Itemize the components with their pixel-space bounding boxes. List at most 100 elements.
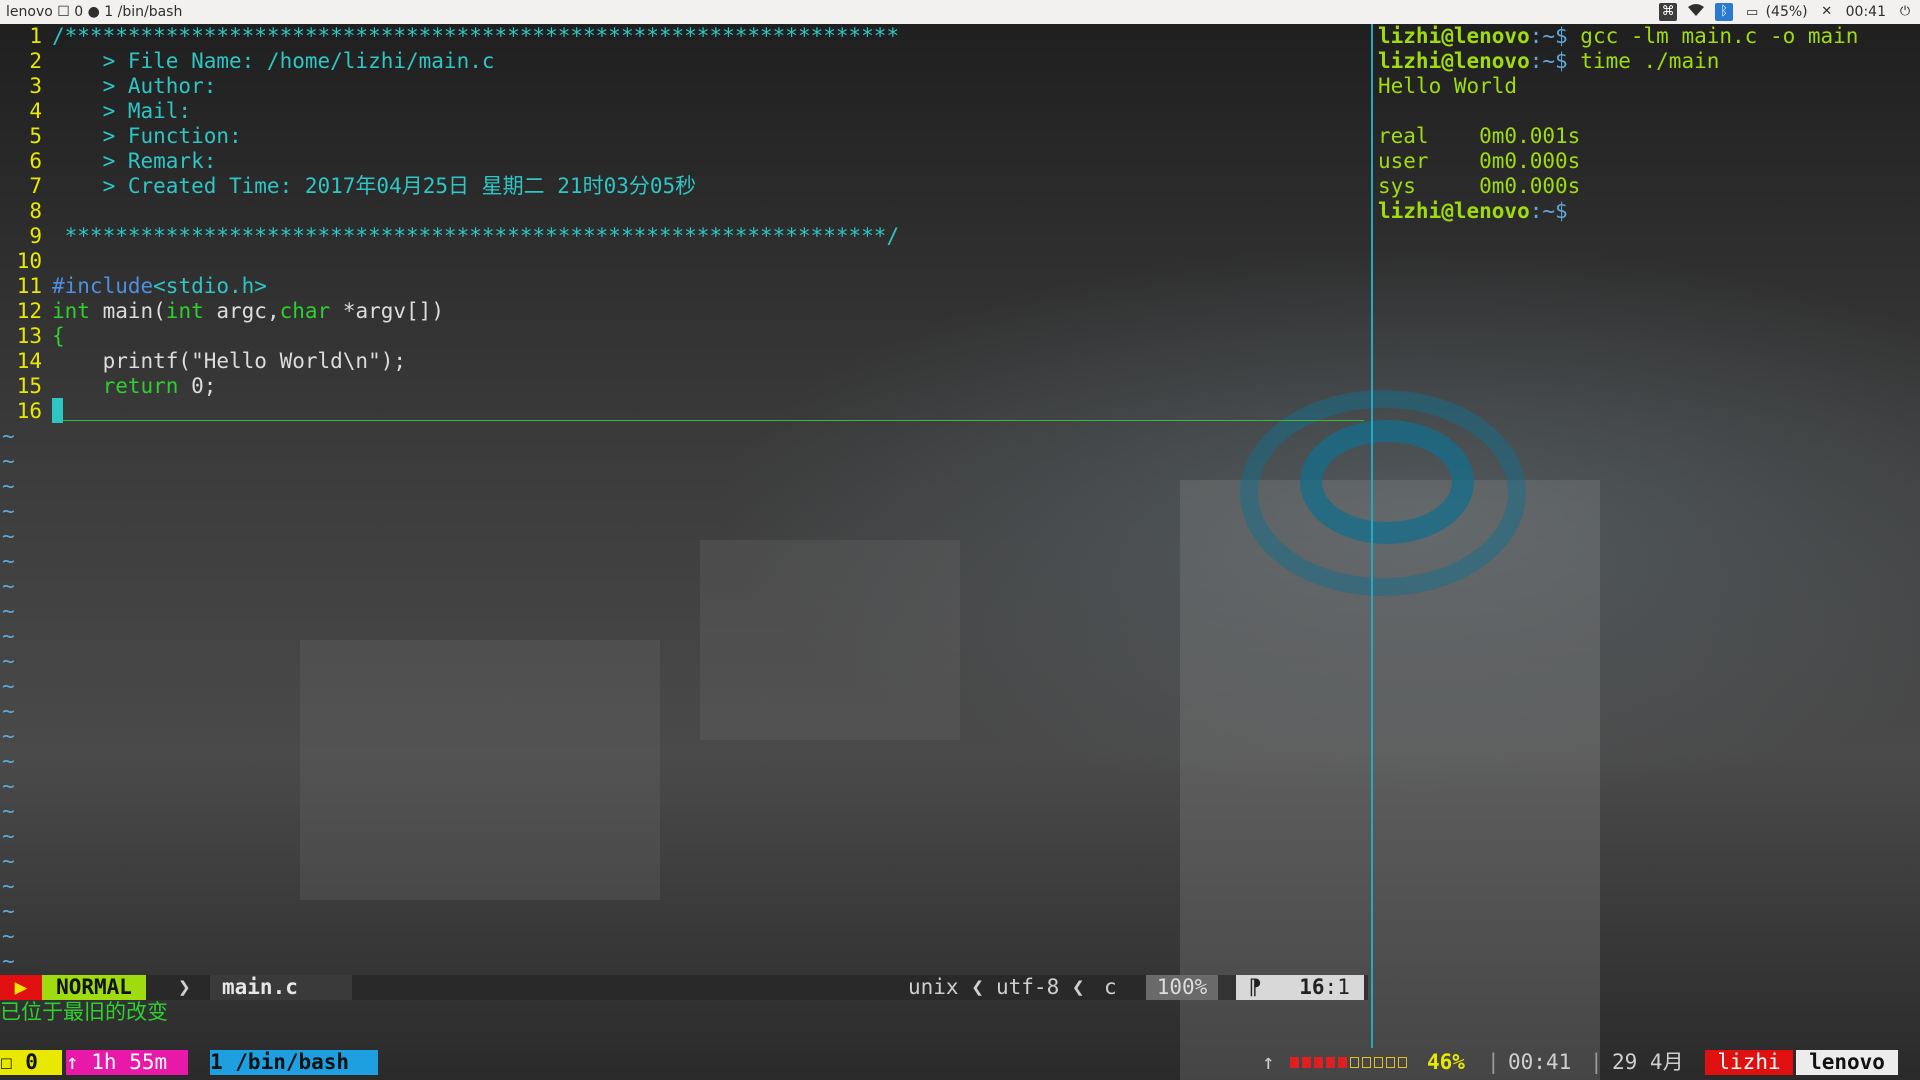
mode-prefix-arrow: ▶ (0, 975, 42, 1000)
battery-cell (1314, 1057, 1323, 1068)
code-line: 2 > File Name: /home/lizhi/main.c (29, 49, 495, 73)
code-line: 4 > Mail: (29, 99, 192, 123)
file-format: unix ❮ (908, 975, 984, 999)
file-name: main.c (210, 975, 352, 1000)
code-line: 3 > Author: (29, 74, 217, 98)
empty-line-marker: ~ (2, 949, 15, 973)
system-tray: ⌘ ᛒ ▭ (45%) ✕ 00:41 ⏻ (1659, 0, 1914, 24)
empty-line-marker: ~ (2, 774, 15, 798)
shell-prompt[interactable]: lizhi@lenovo:~$ (1378, 199, 1918, 224)
cursor-line: 16 (1299, 975, 1325, 999)
bluetooth-icon[interactable]: ᛒ (1715, 3, 1734, 21)
upload-arrow-icon: ↑ (1262, 1050, 1275, 1074)
code-line: 12 int main(int argc,char *argv[]) (16, 299, 444, 323)
code-line: 6 > Remark: (29, 149, 217, 173)
tilde-lines: ~ ~ ~ ~ ~ ~ ~ ~ ~ ~ ~ ~ ~ ~ ~ ~ ~ ~ ~ ~ … (0, 424, 1370, 974)
empty-line-marker: ~ (2, 824, 15, 848)
empty-line-marker: ~ (2, 449, 15, 473)
code-line: 11 #include<stdio.h> (16, 274, 267, 298)
code-line: 10 (16, 249, 42, 273)
battery-cell (1374, 1057, 1383, 1068)
battery-cell (1362, 1057, 1371, 1068)
empty-line-marker: ~ (2, 874, 15, 898)
battery-indicator[interactable]: ▭ (45%) (1743, 0, 1808, 24)
tmux-date: 29 4月 (1612, 1050, 1684, 1074)
top-panel: lenovo ☐ 0 ● 1 /bin/bash ⌘ ᛒ ▭ (45%) ✕ 0… (0, 0, 1920, 24)
shell-output: user 0m0.000s (1378, 149, 1581, 173)
code-line: 15 return 0; (16, 374, 217, 398)
tmux-battery-bar (1290, 1050, 1420, 1075)
text-cursor (52, 398, 63, 423)
tmux-user: lizhi (1705, 1050, 1793, 1075)
cursor-col: :1 (1324, 975, 1350, 999)
shell-output (1378, 99, 1918, 124)
code-line: 1/**************************************… (29, 24, 900, 48)
empty-line-marker: ~ (2, 799, 15, 823)
clock[interactable]: 00:41 (1846, 0, 1886, 24)
empty-line-marker: ~ (2, 849, 15, 873)
empty-line-marker: ~ (2, 499, 15, 523)
battery-cell (1302, 1057, 1311, 1068)
code-line: 7 > Created Time: 2017年04月25日 星期二 21时03分… (29, 174, 697, 198)
code-line: 9 **************************************… (29, 224, 900, 248)
empty-line-marker: ~ (2, 424, 15, 448)
empty-line-marker: ~ (2, 649, 15, 673)
tmux-battery-percent: 46% (1427, 1050, 1465, 1074)
vim-statusline: ▶ NORMAL ❯ main.c unix ❮ utf-8 ❮ c 100% … (0, 975, 1368, 1000)
empty-line-marker: ~ (2, 899, 15, 923)
empty-line-marker: ~ (2, 699, 15, 723)
battery-cell (1338, 1057, 1347, 1068)
battery-percent: (45%) (1765, 4, 1808, 20)
tmux-status-bar: ☐ 0 ↑ 1h 55m 1 /bin/bash ↑ 46% | 00:41 |… (0, 1050, 1920, 1075)
code-line: 13{ (16, 324, 65, 348)
file-encoding: utf-8 ❮ (996, 975, 1085, 999)
cursor-position: ⁋ 16:1 (1236, 975, 1364, 1000)
empty-line-marker: ~ (2, 599, 15, 623)
empty-line-marker: ~ (2, 474, 15, 498)
empty-line-marker: ~ (2, 624, 15, 648)
separator: | (1487, 1050, 1500, 1074)
cursorline-underline (52, 420, 1364, 421)
tmux-uptime: ↑ 1h 55m (66, 1050, 188, 1075)
keyboard-icon[interactable]: ⌘ (1659, 3, 1678, 21)
file-type: c (1104, 975, 1117, 999)
shell-output: Hello World (1378, 74, 1518, 98)
empty-line-marker: ~ (2, 924, 15, 948)
empty-line-marker: ~ (2, 724, 15, 748)
tmux-time: 00:41 (1508, 1050, 1572, 1074)
mode-indicator: NORMAL (42, 975, 146, 1000)
battery-cell (1350, 1057, 1359, 1068)
code-line: 8 (29, 199, 42, 223)
empty-line-marker: ~ (2, 749, 15, 773)
tmux-session[interactable]: ☐ 0 (0, 1050, 62, 1075)
separator: | (1590, 1050, 1603, 1074)
window-title: lenovo ☐ 0 ● 1 /bin/bash (6, 4, 183, 20)
code-line: 14 printf("Hello World\n"); (16, 349, 407, 373)
battery-cell (1326, 1057, 1335, 1068)
battery-cell (1398, 1057, 1407, 1068)
shell-output: real 0m0.001s (1378, 124, 1581, 148)
shell-line: lizhi@lenovo:~$ gcc -lm main.c -o main (1378, 24, 1859, 48)
empty-line-marker: ~ (2, 574, 15, 598)
tmux-host: lenovo (1796, 1050, 1898, 1075)
battery-cell (1290, 1057, 1299, 1068)
pane-divider[interactable] (1371, 24, 1373, 1048)
mute-icon[interactable]: ✕ (1818, 3, 1836, 21)
shell-output: sys 0m0.000s (1378, 174, 1581, 198)
power-icon[interactable]: ⏻ (1896, 3, 1914, 21)
shell-pane[interactable]: lizhi@lenovo:~$ gcc -lm main.c -o main l… (1378, 24, 1918, 224)
code-line: 5 > Function: (29, 124, 242, 148)
tmux-window-tab[interactable]: 1 /bin/bash (210, 1050, 378, 1075)
battery-icon: ▭ (1745, 5, 1759, 20)
shell-line: lizhi@lenovo:~$ time ./main (1378, 49, 1720, 73)
battery-cell (1386, 1057, 1395, 1068)
chevron-right-icon: ❯ (178, 975, 191, 999)
empty-line-marker: ~ (2, 549, 15, 573)
line-number-icon: ⁋ (1248, 975, 1262, 999)
scroll-percent: 100% (1146, 975, 1218, 1000)
command-line-message: 已位于最旧的改变 (0, 1000, 168, 1024)
wifi-icon[interactable] (1687, 3, 1705, 21)
empty-line-marker: ~ (2, 674, 15, 698)
vim-pane[interactable]: 1/**************************************… (0, 24, 1370, 974)
empty-line-marker: ~ (2, 524, 15, 548)
